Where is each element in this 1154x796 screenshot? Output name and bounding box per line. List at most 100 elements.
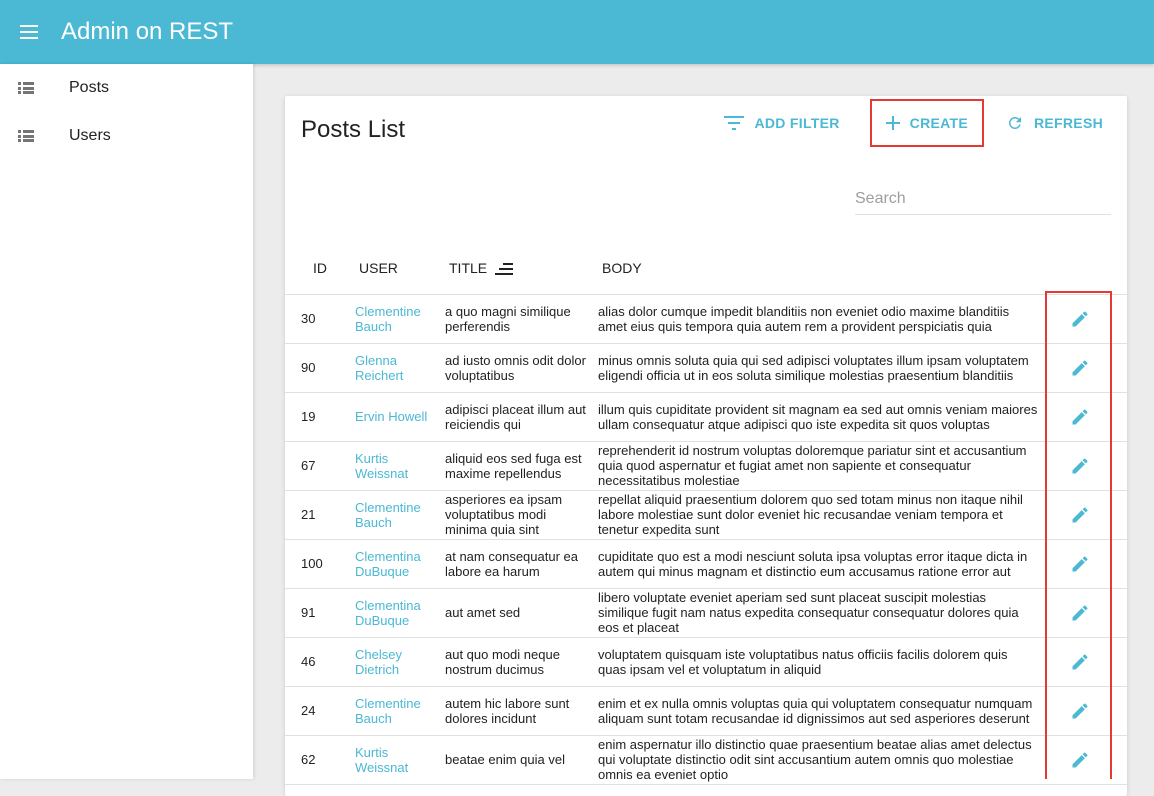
cell-title: aut amet sed xyxy=(445,588,598,638)
sidebar-item-label: Posts xyxy=(69,79,110,96)
cell-title: beatae enim quia vel xyxy=(445,735,598,785)
edit-button[interactable] xyxy=(1060,642,1100,682)
cell-edit xyxy=(1038,588,1127,638)
column-header-user[interactable]: USER xyxy=(355,242,445,295)
table-row[interactable]: 24 Clementine Bauch autem hic labore sunt … xyxy=(285,686,1127,736)
cell-edit xyxy=(1038,735,1127,785)
cell-user: Clementine Bauch xyxy=(355,686,445,736)
user-link[interactable]: Clementine Bauch xyxy=(355,500,421,530)
column-header-title[interactable]: TITLE xyxy=(445,242,598,295)
pencil-icon xyxy=(1072,506,1088,522)
edit-button[interactable] xyxy=(1060,397,1100,437)
cell-body: repellat aliquid praesentium dolorem quo… xyxy=(598,490,1038,540)
cell-user: Kurtis Weissnat xyxy=(355,735,445,785)
pencil-icon xyxy=(1072,457,1088,473)
cell-edit xyxy=(1038,392,1127,442)
pencil-icon xyxy=(1072,702,1088,718)
edit-button[interactable] xyxy=(1060,740,1100,780)
cell-user: Clementina DuBuque xyxy=(355,539,445,589)
user-link[interactable]: Clementina DuBuque xyxy=(355,598,421,628)
refresh-button[interactable]: REFRESH xyxy=(994,105,1115,141)
edit-button[interactable] xyxy=(1060,348,1100,388)
table-row[interactable]: 62 Kurtis Weissnat beatae enim quia vel eni… xyxy=(285,735,1127,785)
user-link[interactable]: Clementine Bauch xyxy=(355,696,421,726)
column-header-edit xyxy=(1038,242,1127,295)
column-header-id[interactable]: ID xyxy=(285,242,355,295)
sidebar-item-users[interactable]: Users xyxy=(0,112,253,160)
cell-edit xyxy=(1038,441,1127,491)
column-header-body[interactable]: BODY xyxy=(598,242,1038,295)
table-row[interactable]: 67 Kurtis Weissnat aliquid eos sed fuga es… xyxy=(285,441,1127,491)
pencil-icon xyxy=(1072,359,1088,375)
cell-title: aliquid eos sed fuga est maxime repellen… xyxy=(445,441,598,491)
create-label: CREATE xyxy=(909,115,968,131)
cell-body: enim aspernatur illo distinctio quae pra… xyxy=(598,735,1038,785)
table-row[interactable]: 100 Clementina DuBuque at nam consequatur … xyxy=(285,539,1127,589)
plus-icon xyxy=(885,116,900,130)
pencil-icon xyxy=(1072,310,1088,326)
sidebar: Posts Users xyxy=(0,64,253,779)
cell-id: 62 xyxy=(285,735,355,785)
posts-table: ID USER TITLE BODY 30 Clementine Bauch a q… xyxy=(285,242,1127,785)
user-link[interactable]: Glenna Reichert xyxy=(355,353,403,383)
edit-button[interactable] xyxy=(1060,544,1100,584)
sidebar-item-posts[interactable]: Posts xyxy=(0,64,253,112)
cell-user: Glenna Reichert xyxy=(355,343,445,393)
user-link[interactable]: Chelsey Dietrich xyxy=(355,647,402,677)
user-link[interactable]: Clementina DuBuque xyxy=(355,549,421,579)
table-header-row: ID USER TITLE BODY xyxy=(285,242,1127,295)
table-row[interactable]: 19 Ervin Howell adipisci placeat illum aut… xyxy=(285,392,1127,442)
cell-id: 90 xyxy=(285,343,355,393)
table-row[interactable]: 46 Chelsey Dietrich aut quo modi neque nos… xyxy=(285,637,1127,687)
column-header-title-label: TITLE xyxy=(449,259,488,276)
pencil-icon xyxy=(1072,604,1088,620)
cell-title: ad iusto omnis odit dolor voluptatibus xyxy=(445,343,598,393)
table-row[interactable]: 91 Clementina DuBuque aut amet sed libero v… xyxy=(285,588,1127,638)
add-filter-label: ADD FILTER xyxy=(754,115,840,131)
user-link[interactable]: Ervin Howell xyxy=(355,409,427,424)
table-row[interactable]: 30 Clementine Bauch a quo magni similique … xyxy=(285,294,1127,344)
menu-icon[interactable] xyxy=(20,25,38,39)
edit-button[interactable] xyxy=(1060,691,1100,731)
user-link[interactable]: Kurtis Weissnat xyxy=(355,451,408,481)
cell-body: libero voluptate eveniet aperiam sed sun… xyxy=(598,588,1038,638)
list-icon xyxy=(18,130,34,142)
cell-body: minus omnis soluta quia qui sed adipisci… xyxy=(598,343,1038,393)
edit-button[interactable] xyxy=(1060,593,1100,633)
table-row[interactable]: 90 Glenna Reichert ad iusto omnis odit dol… xyxy=(285,343,1127,393)
user-link[interactable]: Kurtis Weissnat xyxy=(355,745,408,775)
page-title: Posts List xyxy=(301,116,406,143)
cell-body: enim et ex nulla omnis voluptas quia qui… xyxy=(598,686,1038,736)
cell-body: alias dolor cumque impedit blanditiis no… xyxy=(598,294,1038,344)
cell-id: 24 xyxy=(285,686,355,736)
cell-user: Ervin Howell xyxy=(355,392,445,442)
pencil-icon xyxy=(1072,653,1088,669)
cell-title: asperiores ea ipsam voluptatibus modi mi… xyxy=(445,490,598,540)
add-filter-button[interactable]: ADD FILTER xyxy=(712,105,851,141)
user-link[interactable]: Clementine Bauch xyxy=(355,304,421,334)
cell-title: autem hic labore sunt dolores incidunt xyxy=(445,686,598,736)
table-row[interactable]: 21 Clementine Bauch asperiores ea ipsam vo… xyxy=(285,490,1127,540)
list-icon xyxy=(18,82,34,94)
cell-id: 91 xyxy=(285,588,355,638)
edit-button[interactable] xyxy=(1060,299,1100,339)
cell-title: at nam consequatur ea labore ea harum xyxy=(445,539,598,589)
edit-button[interactable] xyxy=(1060,495,1100,535)
cell-id: 100 xyxy=(285,539,355,589)
cell-edit xyxy=(1038,539,1127,589)
search-input[interactable] xyxy=(855,186,1111,215)
list-actions: ADD FILTER CREATE REFRESH xyxy=(712,96,1127,150)
sidebar-item-label: Users xyxy=(69,127,111,144)
cell-edit xyxy=(1038,490,1127,540)
create-button[interactable]: CREATE xyxy=(869,99,984,147)
app-title: Admin on REST xyxy=(61,18,234,45)
edit-button[interactable] xyxy=(1060,446,1100,486)
app-bar: Admin on REST xyxy=(0,0,1154,64)
cell-id: 19 xyxy=(285,392,355,442)
cell-body: cupiditate quo est a modi nesciunt solut… xyxy=(598,539,1038,589)
cell-body: illum quis cupiditate provident sit magn… xyxy=(598,392,1038,442)
cell-body: voluptatem quisquam iste voluptatibus na… xyxy=(598,637,1038,687)
cell-title: adipisci placeat illum aut reiciendis qu… xyxy=(445,392,598,442)
cell-edit xyxy=(1038,686,1127,736)
refresh-icon xyxy=(1008,116,1021,129)
